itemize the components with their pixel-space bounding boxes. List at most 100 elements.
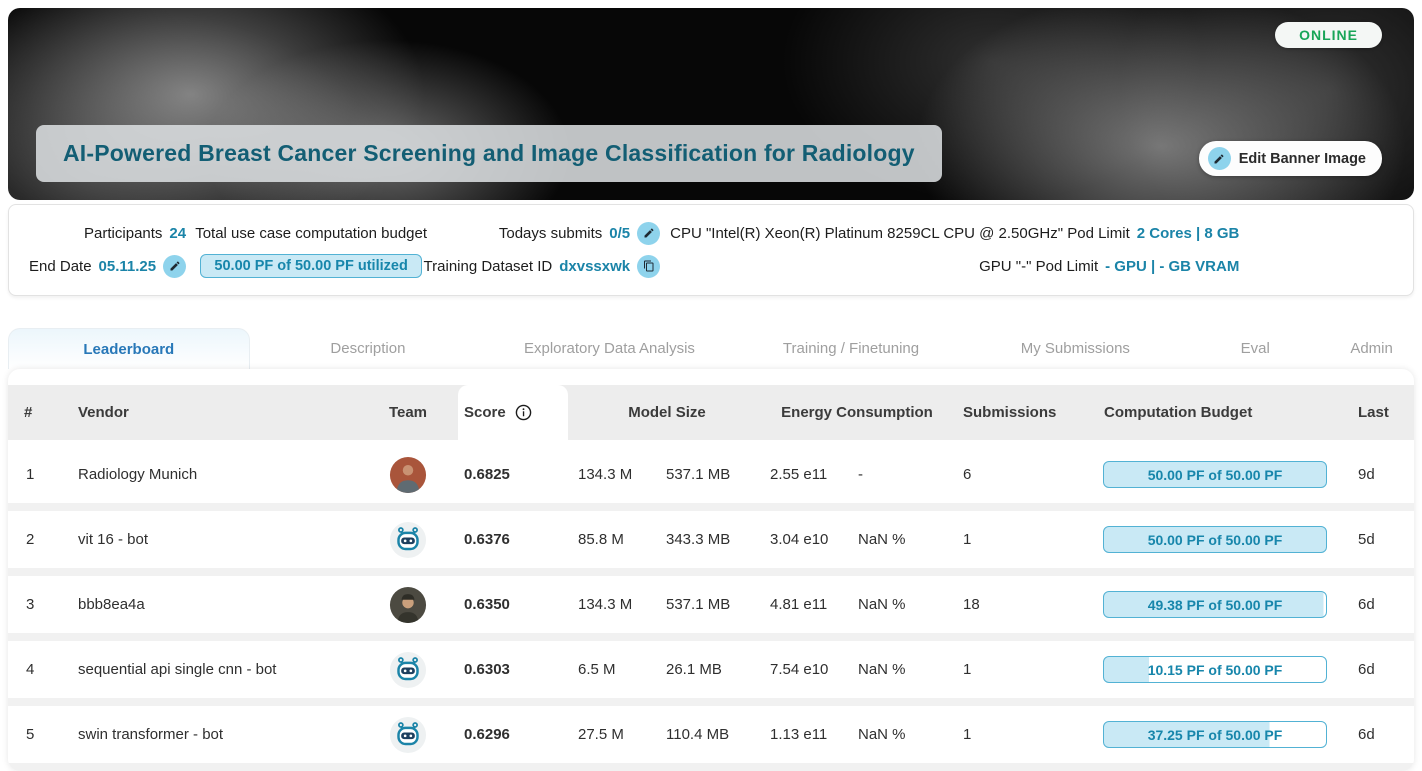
info-col-pod-limits: CPU "Intel(R) Xeon(R) Platinum 8259CL CP… — [670, 221, 1422, 278]
table-row[interactable]: 4sequential api single cnn - bot0.63036.… — [8, 641, 1414, 698]
table-row[interactable]: 3bbb8ea4a0.6350134.3 M537.1 MB4.81 e11Na… — [8, 576, 1414, 633]
last-cell: 6d — [1338, 661, 1414, 678]
header-submissions: Submissions — [948, 404, 1098, 421]
edit-banner-button[interactable]: Edit Banner Image — [1199, 141, 1382, 176]
rank-cell: 3 — [8, 596, 68, 613]
tab-exploratory-data-analysis[interactable]: Exploratory Data Analysis — [486, 328, 732, 369]
total-budget-label: Total use case computation budget — [195, 225, 427, 242]
header-score-label: Score — [464, 404, 506, 421]
leaderboard-panel: # Vendor Team Score Model Size Energy Co… — [8, 369, 1414, 771]
cpu-pod-limit-value: 2 Cores | 8 GB — [1137, 225, 1240, 242]
energy-percent-cell: - — [848, 466, 948, 483]
header-last: Last — [1338, 404, 1414, 421]
model-params-cell: 134.3 M — [568, 596, 656, 613]
budget-utilized-badge: 50.00 PF of 50.00 PF utilized — [200, 254, 421, 278]
table-row[interactable]: 5swin transformer - bot 0.629627.5 M110.4… — [8, 706, 1414, 763]
vendor-cell: Radiology Munich — [68, 466, 358, 483]
vendor-cell: vit 16 - bot — [68, 531, 358, 548]
page-title: AI-Powered Breast Cancer Screening and I… — [63, 140, 915, 167]
score-cell: 0.6350 — [458, 596, 568, 613]
model-size-cell: 110.4 MB — [656, 726, 766, 743]
computation-budget-cell: 37.25 PF of 50.00 PF — [1098, 721, 1338, 748]
energy-value-cell: 2.55 e11 — [766, 466, 848, 483]
computation-budget-cell: 10.15 PF of 50.00 PF — [1098, 656, 1338, 683]
model-params-cell: 134.3 M — [568, 466, 656, 483]
submissions-cell: 6 — [948, 466, 1098, 483]
bot-avatar — [389, 716, 427, 754]
banner-title-plate: AI-Powered Breast Cancer Screening and I… — [36, 125, 942, 182]
gpu-pod-limit-label: GPU "-" Pod Limit — [979, 258, 1098, 275]
model-size-cell: 26.1 MB — [656, 661, 766, 678]
team-cell — [358, 586, 458, 624]
edit-end-date-button[interactable] — [163, 255, 186, 278]
team-cell — [358, 521, 458, 559]
table-body: 1Radiology Munich0.6825134.3 M537.1 MB2.… — [8, 446, 1414, 771]
last-cell: 5d — [1338, 531, 1414, 548]
computation-budget-badge: 10.15 PF of 50.00 PF — [1103, 656, 1327, 683]
tab-admin[interactable]: Admin — [1329, 328, 1414, 369]
computation-budget-badge: 50.00 PF of 50.00 PF — [1103, 526, 1327, 553]
vendor-cell: bbb8ea4a — [68, 596, 358, 613]
computation-budget-cell: 50.00 PF of 50.00 PF — [1098, 461, 1338, 488]
info-col-participants: Participants 24 End Date 05.11.25 — [29, 221, 186, 278]
energy-value-cell: 4.81 e11 — [766, 596, 848, 613]
score-cell: 0.6303 — [458, 661, 568, 678]
participants-label: Participants — [84, 225, 162, 242]
end-date-value: 05.11.25 — [99, 258, 157, 275]
tab-bar: LeaderboardDescriptionExploratory Data A… — [8, 328, 1414, 369]
submissions-cell: 1 — [948, 661, 1098, 678]
score-info-icon[interactable] — [515, 404, 532, 421]
tab-eval[interactable]: Eval — [1181, 328, 1329, 369]
table-row[interactable]: 1Radiology Munich 0.6825134.3 M537.1 MB2.… — [8, 446, 1414, 503]
dataset-id-value: dxvssxwk — [559, 258, 630, 275]
header-energy: Energy Consumption — [766, 404, 948, 421]
status-badge: ONLINE — [1275, 22, 1382, 48]
pencil-icon — [1208, 147, 1231, 170]
tab-leaderboard[interactable]: Leaderboard — [8, 328, 250, 369]
energy-percent-cell: NaN % — [848, 596, 948, 613]
edit-submits-button[interactable] — [637, 222, 660, 245]
computation-budget-badge: 50.00 PF of 50.00 PF — [1103, 461, 1327, 488]
status-label: ONLINE — [1299, 27, 1358, 43]
rank-cell: 1 — [8, 466, 68, 483]
todays-submits-value: 0/5 — [609, 225, 630, 242]
submissions-cell: 1 — [948, 531, 1098, 548]
copy-dataset-id-button[interactable] — [637, 255, 660, 278]
end-date-label: End Date — [29, 258, 92, 275]
team-cell — [358, 716, 458, 754]
tab-my-submissions[interactable]: My Submissions — [969, 328, 1181, 369]
computation-budget-cell: 49.38 PF of 50.00 PF — [1098, 591, 1338, 618]
submissions-cell: 1 — [948, 726, 1098, 743]
score-cell: 0.6296 — [458, 726, 568, 743]
computation-budget-badge: 49.38 PF of 50.00 PF — [1103, 591, 1327, 618]
last-cell: 6d — [1338, 726, 1414, 743]
info-col-budget: Total use case computation budget 50.00 … — [196, 221, 426, 278]
submissions-cell: 18 — [948, 596, 1098, 613]
energy-percent-cell: NaN % — [848, 661, 948, 678]
last-cell: 6d — [1338, 596, 1414, 613]
score-cell: 0.6825 — [458, 466, 568, 483]
model-size-cell: 537.1 MB — [656, 466, 766, 483]
tab-description[interactable]: Description — [250, 328, 487, 369]
bot-avatar — [389, 521, 427, 559]
banner: ONLINE AI-Powered Breast Cancer Screenin… — [8, 8, 1414, 200]
computation-budget-cell: 50.00 PF of 50.00 PF — [1098, 526, 1338, 553]
tab-training-finetuning[interactable]: Training / Finetuning — [733, 328, 970, 369]
model-size-cell: 343.3 MB — [656, 531, 766, 548]
dataset-id-label: Training Dataset ID — [424, 258, 553, 275]
computation-budget-badge: 37.25 PF of 50.00 PF — [1103, 721, 1327, 748]
info-col-submits: Todays submits 0/5 Training Dataset ID d… — [436, 221, 660, 278]
model-params-cell: 6.5 M — [568, 661, 656, 678]
rank-cell: 5 — [8, 726, 68, 743]
user-avatar — [389, 456, 427, 494]
header-team: Team — [358, 404, 458, 421]
info-bar: Participants 24 End Date 05.11.25 Total … — [8, 204, 1414, 296]
energy-value-cell: 7.54 e10 — [766, 661, 848, 678]
user-avatar — [389, 586, 427, 624]
energy-value-cell: 3.04 e10 — [766, 531, 848, 548]
model-params-cell: 27.5 M — [568, 726, 656, 743]
header-model-size: Model Size — [568, 404, 766, 421]
rank-cell: 2 — [8, 531, 68, 548]
table-row[interactable]: 2vit 16 - bot0.637685.8 M343.3 MB3.04 e1… — [8, 511, 1414, 568]
vendor-cell: swin transformer - bot — [68, 726, 358, 743]
